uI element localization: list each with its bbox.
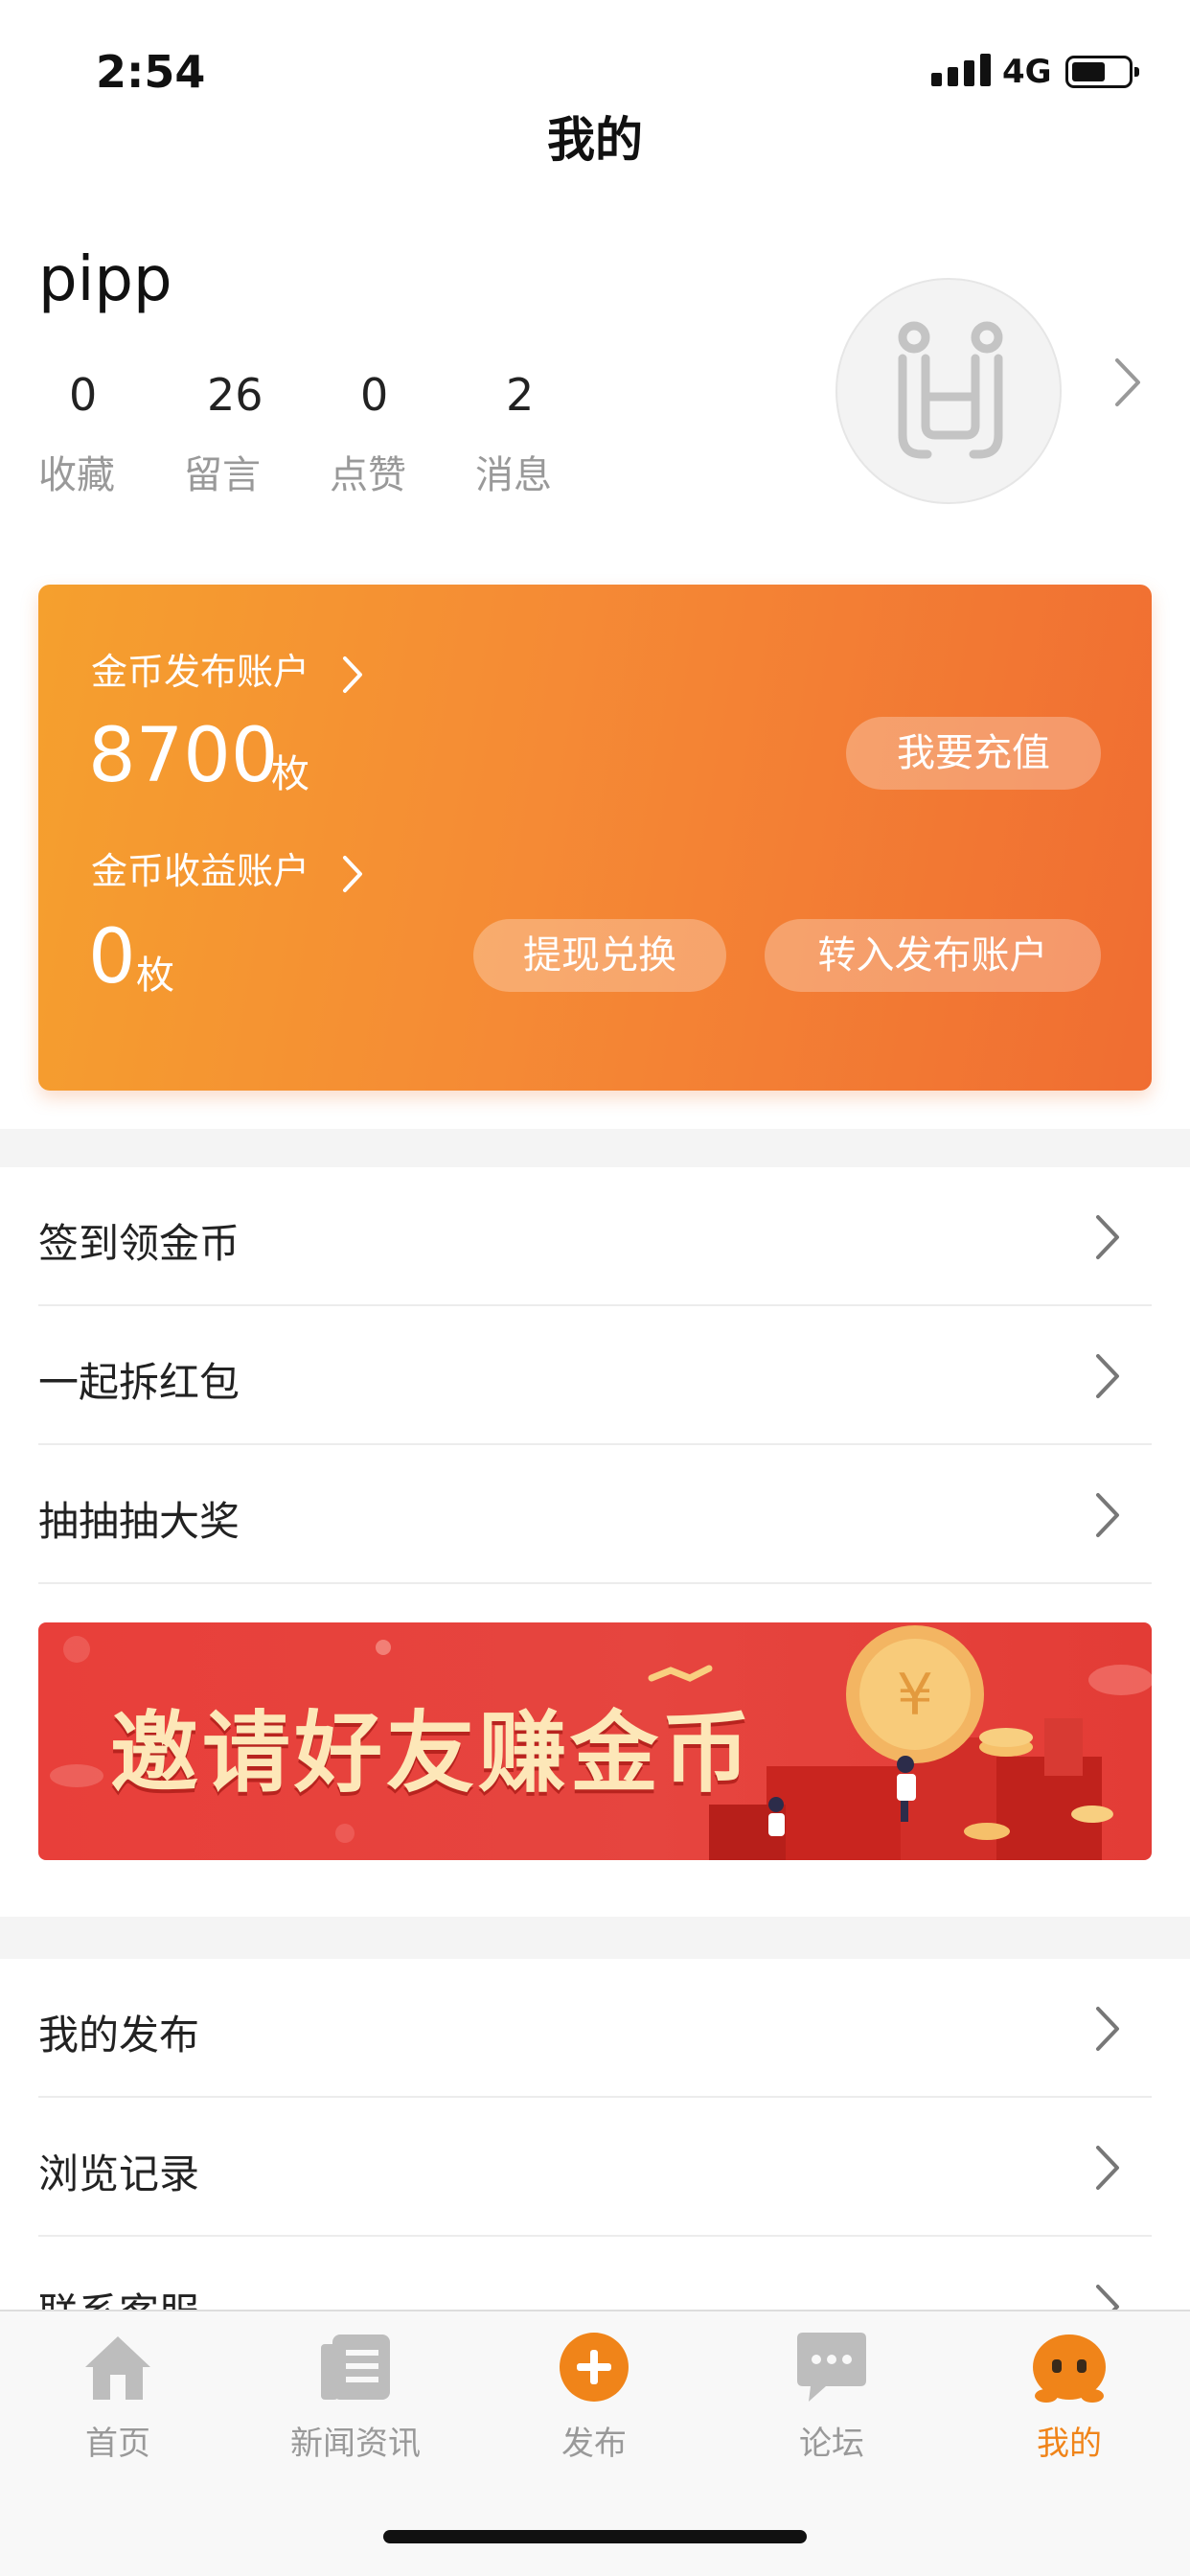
banner-text: 邀请好友赚金币 xyxy=(110,1702,755,1805)
invite-friends-banner[interactable]: ¥ 邀请好友赚金币 xyxy=(38,1622,1152,1860)
publish-account-amount: 8700 xyxy=(88,713,279,799)
income-account-amount: 0 xyxy=(88,914,136,1000)
tab-label: 论坛 xyxy=(799,2425,864,2463)
chevron-right-icon xyxy=(1096,1215,1119,1259)
chevron-right-icon xyxy=(343,855,363,892)
transfer-button[interactable]: 转入发布账户 xyxy=(765,919,1101,992)
chat-bubble-icon xyxy=(797,2333,866,2402)
section-divider xyxy=(0,1917,1190,1959)
svg-text:¥: ¥ xyxy=(897,1662,933,1729)
income-account-link[interactable]: 金币收益账户 xyxy=(91,841,363,894)
username: pipp xyxy=(38,244,172,315)
menu-item-history[interactable]: 浏览记录 xyxy=(0,2098,1190,2237)
menu-item-label: 签到领金币 xyxy=(38,1220,240,1267)
tab-label: 发布 xyxy=(561,2425,627,2463)
menu-item-label: 我的发布 xyxy=(38,2012,200,2058)
news-icon xyxy=(321,2334,390,2400)
tab-label: 我的 xyxy=(1037,2425,1102,2463)
stat-favorites[interactable]: 0 收藏 xyxy=(38,369,182,499)
income-account-title: 金币收益账户 xyxy=(91,850,310,892)
network-type: 4G xyxy=(1002,53,1052,91)
menu-item-lottery[interactable]: 抽抽抽大奖 xyxy=(0,1445,1190,1584)
chevron-right-icon xyxy=(1096,2146,1119,2190)
publish-account-link[interactable]: 金币发布账户 xyxy=(91,642,363,695)
profile-mascot-icon xyxy=(1033,2334,1106,2403)
stat-value: 0 xyxy=(69,369,98,421)
tab-forum[interactable]: 论坛 xyxy=(745,2331,918,2464)
menu-item-label: 抽抽抽大奖 xyxy=(38,1498,240,1545)
divider xyxy=(38,1582,1152,1584)
chevron-right-icon xyxy=(1096,1493,1119,1537)
stat-label: 留言 xyxy=(184,453,261,497)
battery-icon xyxy=(1065,56,1139,88)
tab-label: 首页 xyxy=(85,2425,150,2463)
stat-messages[interactable]: 2 消息 xyxy=(475,369,619,499)
signal-icon xyxy=(931,52,991,86)
chevron-right-icon xyxy=(1096,2007,1119,2051)
stat-label: 收藏 xyxy=(38,453,115,497)
avatar[interactable] xyxy=(835,278,1062,504)
chevron-right-icon[interactable] xyxy=(1113,356,1142,408)
stat-label: 点赞 xyxy=(330,453,406,497)
home-icon xyxy=(85,2336,150,2400)
tab-label: 新闻资讯 xyxy=(290,2425,421,2463)
chevron-right-icon xyxy=(343,656,363,693)
profile-stats: 0 收藏 26 留言 0 点赞 2 消息 xyxy=(38,369,632,503)
stat-likes[interactable]: 0 点赞 xyxy=(330,369,473,499)
menu-item-label: 一起拆红包 xyxy=(38,1359,240,1406)
withdraw-button[interactable]: 提现兑换 xyxy=(473,919,726,992)
avatar-logo-icon xyxy=(898,321,1003,459)
menu-item-checkin[interactable]: 签到领金币 xyxy=(0,1167,1190,1306)
tab-mine[interactable]: 我的 xyxy=(983,2331,1156,2464)
publish-account-unit: 枚 xyxy=(271,752,309,796)
tab-publish[interactable]: 发布 xyxy=(508,2331,680,2464)
tab-news[interactable]: 新闻资讯 xyxy=(269,2331,442,2464)
recharge-button[interactable]: 我要充值 xyxy=(846,717,1101,790)
home-indicator xyxy=(383,2530,807,2543)
stat-value: 0 xyxy=(360,369,389,421)
menu-item-label: 浏览记录 xyxy=(38,2150,200,2197)
menu-item-red-packet[interactable]: 一起拆红包 xyxy=(0,1306,1190,1445)
section-divider xyxy=(0,1129,1190,1167)
stat-value: 2 xyxy=(506,369,535,421)
chevron-right-icon xyxy=(1096,1354,1119,1398)
income-account-unit: 枚 xyxy=(136,954,174,998)
status-time: 2:54 xyxy=(96,46,206,98)
plus-icon xyxy=(560,2333,629,2402)
page-title: 我的 xyxy=(547,112,643,168)
coin-card: 金币发布账户 8700 枚 我要充值 金币收益账户 0 枚 提现兑换 转入发布账… xyxy=(38,585,1152,1091)
tab-home[interactable]: 首页 xyxy=(32,2331,204,2464)
stat-label: 消息 xyxy=(475,453,552,497)
stat-value: 26 xyxy=(207,369,263,421)
stat-comments[interactable]: 26 留言 xyxy=(184,369,328,499)
menu-item-my-posts[interactable]: 我的发布 xyxy=(0,1959,1190,2098)
publish-account-title: 金币发布账户 xyxy=(91,651,310,693)
